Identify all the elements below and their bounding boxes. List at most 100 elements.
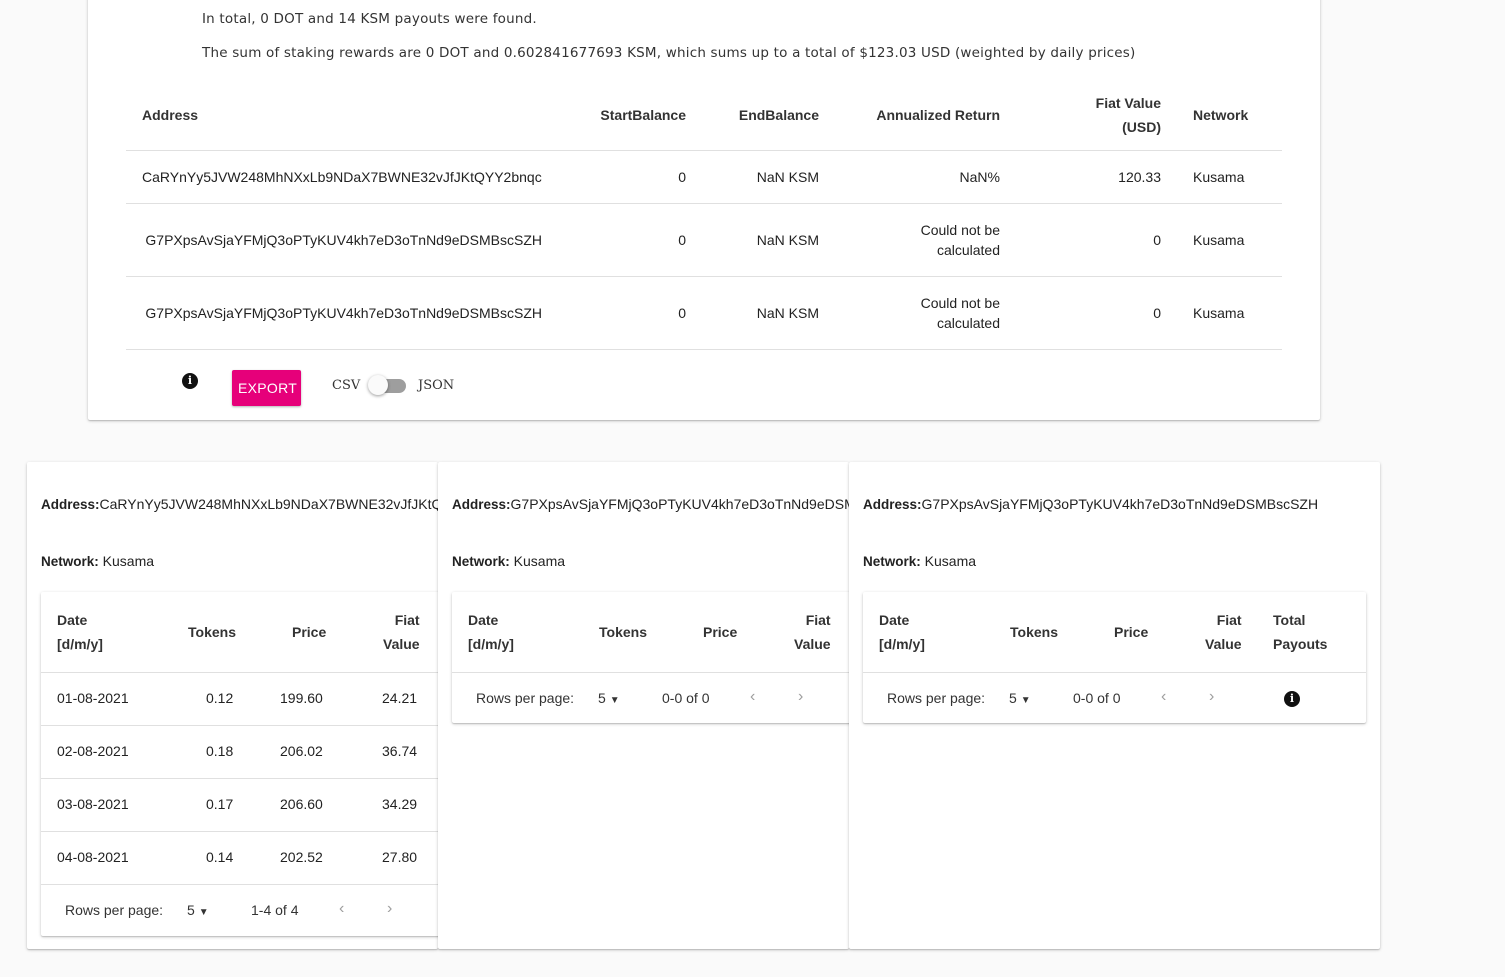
- row-annualized-line1: Could not be: [920, 295, 1000, 311]
- address-card: Address:CaRYnYy5JVW248MhNXxLb9NDaX7BWNE3…: [27, 462, 438, 949]
- rows-per-page-select[interactable]: 5 ▼: [1009, 690, 1031, 706]
- row-fiat-value: 0: [1016, 203, 1177, 277]
- row-network: Kusama: [1177, 150, 1282, 204]
- chevron-left-icon[interactable]: ‹: [1161, 688, 1166, 706]
- cell-price: 199.60: [280, 690, 323, 706]
- cell-price: 206.02: [280, 743, 323, 759]
- col-fiat: Fiat Value: [794, 612, 831, 652]
- table-row: 01-08-2021 0.12 199.60 24.21: [41, 673, 438, 726]
- csv-label: CSV: [332, 378, 361, 393]
- table-row: 03-08-2021 0.17 206.60 34.29: [41, 779, 438, 832]
- row-network: Kusama: [1177, 203, 1282, 277]
- cell-date: 04-08-2021: [57, 849, 129, 865]
- row-fiat-value: 120.33: [1016, 150, 1177, 204]
- col-date: Date [d/m/y]: [468, 612, 514, 652]
- cell-tokens: 0.18: [206, 743, 234, 759]
- page-range: 1-4 of 4: [251, 902, 299, 918]
- payouts-table-header: Date [d/m/y] Tokens Price Fiat Value: [452, 592, 849, 673]
- payouts-table-header: Date [d/m/y] Tokens Price Fiat Value: [41, 592, 438, 673]
- chevron-right-icon[interactable]: ›: [387, 900, 392, 918]
- summary-payout-count: In total, 0 DOT and 14 KSM payouts were …: [202, 11, 537, 27]
- col-fiat-value-line2: (USD): [1122, 119, 1161, 135]
- row-end-balance: NaN KSM: [702, 203, 835, 277]
- cell-date: 01-08-2021: [57, 690, 129, 706]
- address-value: CaRYnYy5JVW248MhNXxLb9NDaX7BWNE32vJfJKtQ…: [99, 496, 438, 512]
- rows-per-page-label: Rows per page:: [476, 690, 575, 706]
- json-label: JSON: [418, 378, 455, 393]
- col-price: Price: [292, 624, 327, 640]
- rows-per-page-select[interactable]: 5 ▼: [598, 690, 620, 706]
- col-tokens: Tokens: [599, 624, 647, 640]
- row-network: Kusama: [1177, 276, 1282, 350]
- row-address: CaRYnYy5JVW248MhNXxLb9NDaX7BWNE32vJfJKtQ…: [126, 150, 558, 204]
- pagination: Rows per page: 5 ▼ 0-0 of 0 ‹ ›: [452, 673, 849, 723]
- col-start-balance: StartBalance: [600, 107, 686, 123]
- cell-date: 03-08-2021: [57, 796, 129, 812]
- format-toggle-knob[interactable]: [368, 375, 388, 395]
- col-price: Price: [703, 624, 738, 640]
- cell-tokens: 0.12: [206, 690, 234, 706]
- address-value: G7PXpsAvSjaYFMjQ3oPTyKUV4kh7eD3oTnNd9eDS…: [921, 496, 1319, 512]
- row-fiat-value: 0: [1016, 276, 1177, 350]
- address-card: Address:G7PXpsAvSjaYFMjQ3oPTyKUV4kh7eD3o…: [438, 462, 849, 949]
- info-icon[interactable]: i: [1284, 691, 1300, 707]
- summary-reward-total: The sum of staking rewards are 0 DOT and…: [202, 45, 1136, 61]
- row-annualized-return: Could not be calculated: [835, 203, 1016, 277]
- col-annualized-return: Annualized Return: [876, 107, 1000, 123]
- col-fiat: Fiat Value: [1205, 612, 1242, 652]
- col-date: Date [d/m/y]: [879, 612, 925, 652]
- payouts-table: Date [d/m/y] Tokens Price Fiat Value Total…: [863, 592, 1366, 723]
- address-label: Address:: [41, 497, 100, 512]
- pagination: Rows per page: 5 ▼ 1-4 of 4 ‹ ›: [41, 885, 438, 936]
- network-label: Network:: [863, 554, 921, 569]
- col-tokens: Tokens: [188, 624, 236, 640]
- col-total-payouts: Total Payouts: [1273, 612, 1328, 652]
- cell-price: 202.52: [280, 849, 323, 865]
- row-start-balance: 0: [558, 150, 702, 204]
- page-range: 0-0 of 0: [662, 690, 710, 706]
- row-annualized-return: NaN%: [835, 150, 1016, 204]
- address-label: Address:: [452, 497, 511, 512]
- payouts-table: Date [d/m/y] Tokens Price Fiat Value Rows …: [452, 592, 849, 723]
- pagination: Rows per page: 5 ▼ 0-0 of 0 ‹ › i: [863, 673, 1366, 723]
- caret-down-icon: ▼: [198, 907, 209, 918]
- row-annualized-return: Could not be calculated: [835, 276, 1016, 350]
- row-annualized-line1: Could not be: [920, 222, 1000, 238]
- table-row: 02-08-2021 0.18 206.02 36.74: [41, 726, 438, 779]
- chevron-left-icon[interactable]: ‹: [339, 900, 344, 918]
- card-address: Address:CaRYnYy5JVW248MhNXxLb9NDaX7BWNE3…: [41, 496, 438, 512]
- chevron-right-icon[interactable]: ›: [798, 688, 803, 706]
- col-network: Network: [1193, 107, 1249, 123]
- export-button[interactable]: EXPORT: [232, 370, 301, 406]
- card-address: Address:G7PXpsAvSjaYFMjQ3oPTyKUV4kh7eD3o…: [452, 496, 849, 512]
- cell-price: 206.60: [280, 796, 323, 812]
- row-end-balance: NaN KSM: [702, 276, 835, 350]
- table-row: 04-08-2021 0.14 202.52 27.80: [41, 832, 438, 885]
- row-annualized-line2: calculated: [936, 242, 1000, 258]
- col-address: Address: [142, 107, 199, 123]
- row-annualized-line2: calculated: [936, 315, 1000, 331]
- info-icon[interactable]: i: [182, 373, 198, 389]
- network-label: Network:: [452, 554, 510, 569]
- col-date: Date [d/m/y]: [57, 612, 103, 652]
- rewards-table: Address StartBalance EndBalance Annualiz…: [126, 80, 1282, 350]
- caret-down-icon: ▼: [609, 695, 620, 706]
- col-fiat: Fiat Value: [383, 612, 420, 652]
- col-tokens: Tokens: [1010, 624, 1058, 640]
- col-fiat-value: Fiat Value (USD): [1016, 80, 1177, 151]
- address-label: Address:: [863, 497, 922, 512]
- row-address: G7PXpsAvSjaYFMjQ3oPTyKUV4kh7eD3oTnNd9eDS…: [126, 203, 558, 277]
- network-value: Kusama: [102, 553, 155, 569]
- col-end-balance: EndBalance: [738, 107, 819, 123]
- cell-fiat: 24.21: [382, 690, 418, 706]
- caret-down-icon: ▼: [1020, 695, 1031, 706]
- cell-fiat: 36.74: [382, 743, 418, 759]
- payouts-table-header: Date [d/m/y] Tokens Price Fiat Value Total…: [863, 592, 1366, 673]
- rewards-table-header: Address StartBalance EndBalance Annualiz…: [126, 80, 1282, 151]
- chevron-left-icon[interactable]: ‹: [750, 688, 755, 706]
- rows-per-page-select[interactable]: 5 ▼: [187, 902, 209, 918]
- table-row: G7PXpsAvSjaYFMjQ3oPTyKUV4kh7eD3oTnNd9eDS…: [126, 276, 1282, 350]
- cell-date: 02-08-2021: [57, 743, 129, 759]
- chevron-right-icon[interactable]: ›: [1209, 688, 1214, 706]
- col-fiat-value-line1: Fiat Value: [1095, 95, 1161, 111]
